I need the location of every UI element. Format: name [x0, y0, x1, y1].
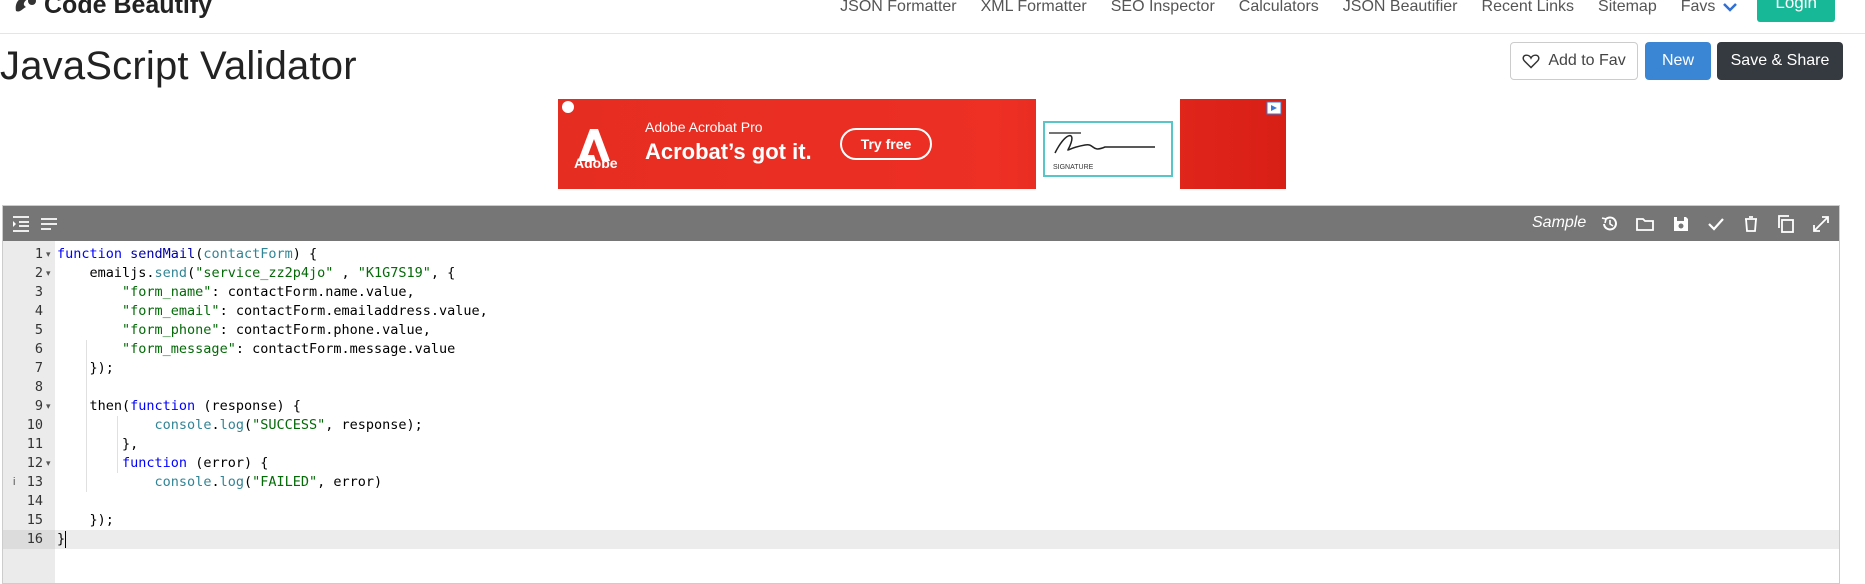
line-number: 2: [34, 265, 43, 281]
line-number: 5: [34, 322, 43, 338]
line-number: 13: [26, 474, 43, 490]
line-number: 16: [26, 531, 43, 547]
code-line: console.log("SUCCESS", response);: [154, 417, 423, 433]
top-navbar: Code Beautify JSON Formatter XML Formatt…: [0, 0, 1865, 34]
code-line: function (error) {: [122, 455, 269, 471]
heart-icon: [1522, 54, 1540, 69]
code-line: "form_phone": contactForm.phone.value,: [122, 322, 431, 338]
add-to-fav-button[interactable]: Add to Fav: [1510, 42, 1638, 80]
signature-label: SIGNATURE: [1053, 164, 1094, 171]
nav-links: JSON Formatter XML Formatter SEO Inspect…: [816, 0, 1865, 22]
code-line: emailjs.send("service_zz2p4jo" , "K1G7S1…: [57, 265, 456, 281]
line-number: 12: [26, 455, 43, 471]
save-share-button[interactable]: Save & Share: [1717, 42, 1843, 80]
open-folder-icon[interactable]: [1635, 214, 1655, 234]
nav-favs-dropdown[interactable]: Favs: [1681, 0, 1738, 16]
ad-choices-icon[interactable]: [1266, 101, 1282, 115]
line-number: 8: [34, 379, 43, 395]
save-icon[interactable]: [1671, 214, 1691, 234]
editor-toolbar: Sample: [3, 206, 1839, 241]
code-editor[interactable]: Sample 1 ▾ 2 ▾ 3 4 5 6 7 8 9 ▾ 10 11 12 ▾ 13 i 14 15 16 fu: [2, 205, 1840, 584]
info-annotation-icon[interactable]: i: [13, 476, 15, 488]
page-title: JavaScript Validator: [0, 44, 357, 88]
code-line: "form_name": contactForm.name.value,: [122, 284, 415, 300]
fullscreen-icon[interactable]: [1811, 214, 1831, 234]
ad-brand-word: Adobe: [574, 155, 618, 171]
line-number: 4: [34, 303, 43, 319]
active-line-highlight: [55, 530, 1839, 549]
ad-subtitle: Adobe Acrobat Pro: [645, 119, 763, 135]
ad-try-free-button[interactable]: Try free: [840, 128, 932, 160]
delete-icon[interactable]: [1741, 214, 1761, 234]
line-number: 7: [34, 360, 43, 376]
logo-icon: [15, 0, 36, 12]
nav-calculators[interactable]: Calculators: [1239, 0, 1319, 16]
signature-box: SIGNATURE: [1043, 121, 1173, 177]
fold-toggle-icon[interactable]: ▾: [46, 454, 51, 473]
indent-icon[interactable]: [11, 214, 31, 234]
ad-headline: Acrobat’s got it.: [645, 139, 812, 164]
fold-toggle-icon[interactable]: ▾: [46, 245, 51, 264]
new-button[interactable]: New: [1645, 42, 1711, 80]
line-number: 11: [26, 436, 43, 452]
code-area[interactable]: function sendMail(contactForm) { emailjs…: [55, 241, 1839, 583]
line-number: 1: [34, 246, 43, 262]
code-line: "form_email": contactForm.emailaddress.v…: [122, 303, 488, 319]
code-line: then(function (response) {: [57, 398, 301, 414]
add-to-fav-label: Add to Fav: [1548, 52, 1626, 69]
ad-banner[interactable]: Adobe Adobe Acrobat Pro Acrobat’s got it…: [558, 99, 1286, 189]
indent-guide: [117, 454, 118, 473]
nav-seo-inspector[interactable]: SEO Inspector: [1111, 0, 1215, 16]
history-icon[interactable]: [1600, 214, 1620, 234]
nav-xml-formatter[interactable]: XML Formatter: [981, 0, 1087, 16]
line-number: 3: [34, 284, 43, 300]
ad-privacy-icon[interactable]: [562, 101, 574, 113]
code-line: "form_message": contactForm.message.valu…: [122, 341, 456, 357]
nav-json-formatter[interactable]: JSON Formatter: [840, 0, 956, 16]
line-number: 15: [26, 512, 43, 528]
nav-json-beautifier[interactable]: JSON Beautifier: [1343, 0, 1458, 16]
line-number: 14: [26, 493, 43, 509]
brand-name: Code Beautify: [44, 0, 213, 19]
sample-button[interactable]: Sample: [1532, 214, 1586, 232]
signature-scribble-icon: [1049, 132, 1155, 154]
text-cursor: [65, 531, 66, 548]
nav-sitemap[interactable]: Sitemap: [1598, 0, 1657, 16]
line-number: 6: [34, 341, 43, 357]
code-line: console.log("FAILED", error): [154, 474, 383, 490]
wrap-lines-icon[interactable]: [39, 214, 59, 234]
check-icon[interactable]: [1706, 214, 1726, 234]
login-button[interactable]: Login: [1757, 0, 1835, 22]
code-line: });: [57, 512, 114, 528]
line-number-gutter: 1 ▾ 2 ▾ 3 4 5 6 7 8 9 ▾ 10 11 12 ▾ 13 i 14 15 16: [3, 241, 55, 583]
copy-icon[interactable]: [1776, 214, 1796, 234]
line-number: 10: [26, 417, 43, 433]
code-line: function sendMail(contactForm) {: [57, 246, 318, 262]
favs-label: Favs: [1680, 0, 1716, 15]
indent-guide: [86, 340, 87, 492]
line-number: 9: [34, 398, 43, 414]
nav-recent-links[interactable]: Recent Links: [1482, 0, 1575, 16]
code-line: }: [57, 531, 66, 547]
code-line: },: [57, 436, 139, 452]
fold-toggle-icon[interactable]: ▾: [46, 264, 51, 283]
chevron-down-icon: [1723, 3, 1738, 12]
brand-logo[interactable]: Code Beautify: [12, 0, 212, 20]
fold-toggle-icon[interactable]: ▾: [46, 397, 51, 416]
